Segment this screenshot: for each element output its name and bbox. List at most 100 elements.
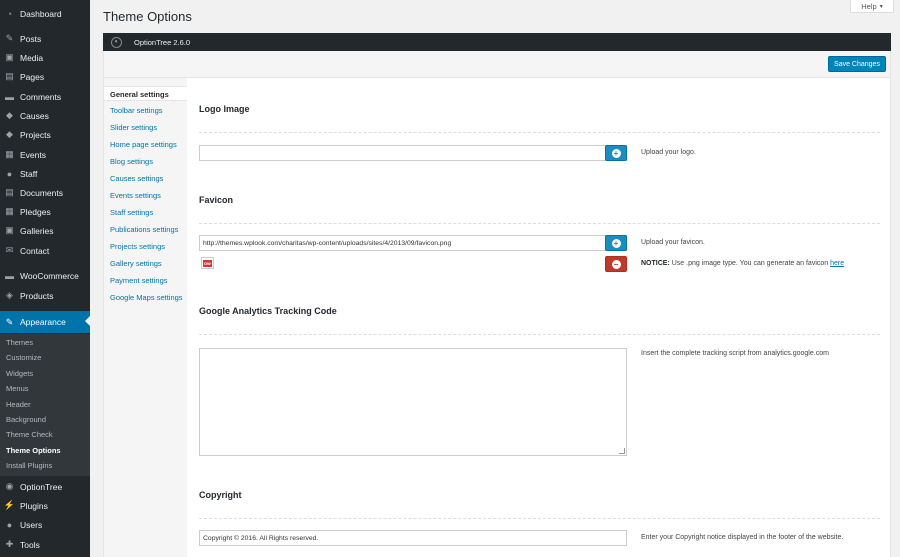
sidebar-item-dashboard[interactable]: ◔ Dashboard — [0, 4, 90, 23]
submenu-item-background[interactable]: Background — [6, 414, 46, 426]
divider — [199, 132, 880, 133]
tab-causes-settings[interactable]: Causes settings — [104, 171, 188, 186]
page-title: Theme Options — [103, 9, 192, 24]
woocommerce-icon: ▬ — [5, 270, 14, 281]
actions-bar: Save Changes — [103, 51, 891, 78]
contact-icon: ✉ — [5, 245, 14, 255]
tab-general-settings[interactable]: General settings — [104, 86, 189, 101]
sidebar-item-galleries[interactable]: ▣ Galleries — [0, 221, 90, 240]
copyright-title: Copyright — [199, 490, 242, 500]
submenu-item-themes[interactable]: Themes — [6, 337, 33, 349]
divider — [199, 518, 880, 519]
sidebar-item-contact[interactable]: ✉ Contact — [0, 241, 90, 260]
sidebar-item-label: Appearance — [20, 317, 66, 327]
plus-icon: + — [611, 148, 621, 158]
tab-slider-settings[interactable]: Slider settings — [104, 120, 188, 135]
analytics-title: Google Analytics Tracking Code — [199, 306, 337, 316]
sidebar-item-pages[interactable]: ▤ Pages — [0, 67, 90, 86]
tab-gallery-settings[interactable]: Gallery settings — [104, 256, 188, 271]
optiontree-icon: ◉ — [5, 481, 14, 491]
help-tab-button[interactable]: Help ▾ — [850, 0, 894, 13]
favicon-description: Upload your favicon. — [641, 239, 705, 246]
submenu-item-header[interactable]: Header — [6, 399, 31, 411]
tab-toolbar-settings[interactable]: Toolbar settings — [104, 103, 188, 118]
sidebar-item-label: Documents — [20, 187, 63, 198]
sidebar-item-appearance[interactable]: ✎ Appearance — [0, 311, 90, 333]
plugins-icon: ⚡ — [3, 500, 16, 510]
help-label: Help — [861, 1, 877, 11]
submenu-item-menus[interactable]: Menus — [6, 383, 29, 395]
submenu-item-install-plugins[interactable]: Install Plugins — [6, 460, 52, 472]
favicon-preview[interactable]: DW — [201, 257, 214, 269]
settings-content: Logo Image + Upload your logo. Favicon h… — [187, 78, 891, 557]
sidebar-item-causes[interactable]: ◆ Causes — [0, 106, 90, 125]
appearance-icon: ✎ — [5, 316, 14, 327]
sidebar-item-label: OptionTree — [20, 481, 63, 492]
settings-tabs: General settings Toolbar settings Slider s… — [103, 78, 189, 557]
dashboard-icon: ◔ — [6, 8, 13, 19]
optiontree-header: ◐ OptionTree 2.6.0 — [103, 33, 891, 51]
save-changes-button[interactable]: Save Changes — [828, 56, 886, 72]
sidebar-item-staff[interactable]: ● Staff — [0, 164, 90, 183]
favicon-notice: NOTICE: Use .png image type. You can gen… — [641, 260, 844, 267]
sidebar-item-events[interactable]: ▦ Events — [0, 145, 90, 164]
favicon-remove-button[interactable]: − — [605, 256, 627, 272]
sidebar-item-pledges[interactable]: ▦ Pledges — [0, 202, 90, 221]
tab-blog-settings[interactable]: Blog settings — [104, 154, 188, 169]
tab-google-maps-settings[interactable]: Google Maps settings — [104, 290, 188, 305]
sidebar-item-label: Dashboard — [20, 8, 62, 19]
users-icon: ● — [6, 519, 13, 530]
documents-icon: ▤ — [5, 187, 14, 197]
sidebar-item-tools[interactable]: ✚ Tools — [0, 535, 90, 554]
submenu-item-theme-options[interactable]: Theme Options — [6, 445, 61, 457]
appearance-submenu: Themes Customize Widgets Menus Header Backgro… — [0, 334, 90, 476]
products-icon: ◈ — [6, 290, 13, 300]
favicon-generator-link[interactable]: here — [830, 260, 844, 267]
divider — [199, 223, 880, 224]
submenu-item-theme-check[interactable]: Theme Check — [6, 429, 53, 441]
plus-icon: + — [611, 238, 621, 248]
tab-publications-settings[interactable]: Publications settings — [104, 222, 188, 237]
logo-image-title: Logo Image — [199, 104, 250, 114]
sidebar-item-optiontree[interactable]: ◉ OptionTree — [0, 477, 90, 496]
sidebar-item-woocommerce[interactable]: ▬ WooCommerce — [0, 266, 90, 285]
sidebar-item-label: Events — [20, 149, 46, 160]
sidebar-item-posts[interactable]: ✎ Posts — [0, 29, 90, 48]
favicon-url-input[interactable]: http://themes.wplook.com/charitas/wp-con… — [199, 235, 627, 251]
sidebar-item-plugins[interactable]: ⚡ Plugins — [0, 496, 90, 515]
tab-payment-settings[interactable]: Payment settings — [104, 273, 188, 288]
sidebar-item-label: WooCommerce — [20, 270, 79, 281]
sidebar-item-projects[interactable]: ◆ Projects — [0, 125, 90, 144]
favicon-upload-button[interactable]: + — [605, 235, 627, 251]
submenu-item-customize[interactable]: Customize — [6, 352, 41, 364]
optiontree-logo-icon: ◐ — [111, 36, 122, 48]
tab-staff-settings[interactable]: Staff settings — [104, 205, 188, 220]
sidebar-item-comments[interactable]: ▬ Comments — [0, 87, 90, 106]
sidebar-item-label: Media — [20, 52, 44, 63]
logo-url-input[interactable] — [199, 145, 627, 161]
notice-label: NOTICE: — [641, 260, 670, 267]
comment-icon: ▬ — [5, 91, 14, 102]
sidebar-item-users[interactable]: ● Users — [0, 515, 90, 534]
copyright-input[interactable]: Copyright © 2016. All Rights reserved. — [199, 530, 627, 546]
tab-events-settings[interactable]: Events settings — [104, 188, 188, 203]
sidebar-item-label: Pages — [20, 71, 45, 82]
galleries-icon: ▣ — [5, 225, 14, 235]
sidebar-item-label: Comments — [20, 91, 62, 102]
pages-icon: ▤ — [5, 71, 14, 81]
analytics-textarea[interactable] — [199, 348, 627, 456]
sidebar-item-media[interactable]: ▣ Media — [0, 48, 90, 67]
sidebar-item-products[interactable]: ◈ Products — [0, 286, 90, 305]
logo-description: Upload your logo. — [641, 149, 696, 156]
sidebar-item-documents[interactable]: ▤ Documents — [0, 183, 90, 202]
minus-icon: − — [611, 259, 621, 269]
submenu-item-widgets[interactable]: Widgets — [6, 368, 33, 380]
sidebar-item-label: Projects — [20, 129, 51, 140]
sidebar-item-label: Products — [20, 290, 54, 301]
tab-home-page-settings[interactable]: Home page settings — [104, 137, 188, 152]
logo-upload-button[interactable]: + — [605, 145, 627, 161]
notice-text: Use .png image type. You can generate an… — [669, 260, 831, 267]
tab-projects-settings[interactable]: Projects settings — [104, 239, 188, 254]
sidebar-item-label: Contact — [20, 245, 50, 256]
copyright-description: Enter your Copyright notice displayed in… — [641, 534, 844, 541]
